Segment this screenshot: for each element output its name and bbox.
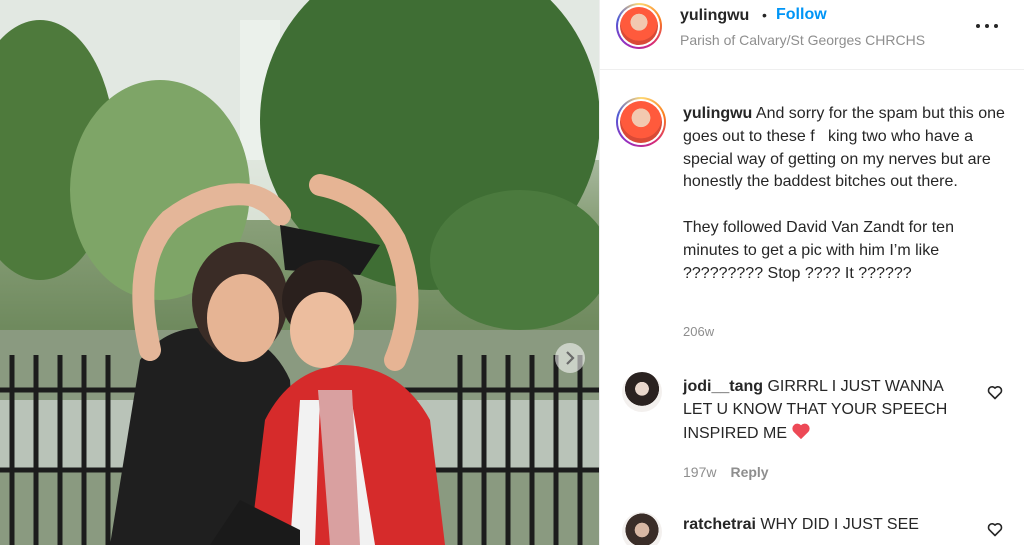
photo-illustration	[0, 0, 599, 545]
comment-username[interactable]: jodi__tang	[683, 378, 763, 395]
follow-button[interactable]: Follow	[776, 6, 827, 24]
caption-text-2: They followed David Van Zandt for ten mi…	[683, 218, 959, 282]
separator-dot: •	[762, 7, 767, 23]
comment-item: jodi__tang GIRRRL I JUST WANNA LET U KNO…	[683, 376, 968, 445]
commenter-avatar[interactable]	[622, 372, 662, 412]
caption-timestamp[interactable]: 206w	[683, 324, 714, 339]
comment-meta: 197w Reply	[683, 464, 769, 480]
heart-outline-icon[interactable]	[987, 522, 1003, 537]
comment-text: WHY DID I JUST SEE	[755, 516, 919, 533]
caption-avatar[interactable]	[616, 97, 666, 147]
author-username[interactable]: yulingwu	[680, 7, 749, 25]
post-header: yulingwu • Follow Parish of Calvary/St G…	[600, 0, 1024, 70]
comment-item: ratchetrai WHY DID I JUST SEE	[683, 514, 973, 537]
caption-username[interactable]: yulingwu	[683, 105, 752, 122]
author-avatar[interactable]	[616, 3, 662, 49]
commenter-avatar[interactable]	[622, 512, 662, 545]
reply-button[interactable]: Reply	[730, 464, 768, 480]
chevron-right-icon	[566, 351, 575, 365]
post-caption: yulingwu And sorry for the spam but this…	[683, 103, 1008, 285]
comment-username[interactable]: ratchetrai	[683, 516, 756, 533]
post-photo	[0, 0, 599, 545]
post-side-panel: yulingwu • Follow Parish of Calvary/St G…	[599, 0, 1024, 545]
more-options-icon[interactable]	[976, 16, 998, 36]
post-location[interactable]: Parish of Calvary/St Georges CHRCHS	[680, 32, 925, 48]
red-heart-emoji	[792, 423, 811, 439]
person-left-face	[207, 274, 279, 362]
heart-outline-icon[interactable]	[987, 385, 1003, 400]
graduate-face	[290, 292, 354, 368]
next-photo-button[interactable]	[555, 343, 585, 373]
comment-timestamp[interactable]: 197w	[683, 464, 716, 480]
